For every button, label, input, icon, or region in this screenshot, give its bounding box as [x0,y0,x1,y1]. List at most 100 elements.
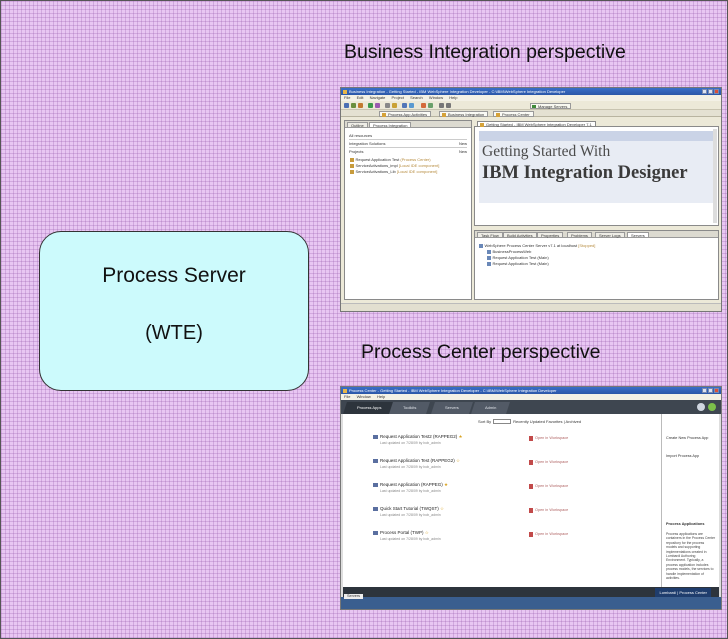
server-tree-item: Request Application Test (Main) [487,261,549,266]
server-icon [479,244,483,248]
lower-view-tabs: Task Flow Build Activities Properties Pr… [475,231,718,238]
run-icon [368,103,373,108]
tree-item: ServiceActivations_impl [Local IDE compo… [350,163,439,168]
menu-help: Help [449,95,458,100]
process-app-row: Request Application (RAPPEG) ★ Last upda… [373,482,603,502]
process-server-title: Process Server [102,264,246,287]
process-app-meta: Last updated on 7/28/09 by bob_admin [380,513,441,517]
minimize-icon [702,89,707,94]
menu-navigate: Navigate [369,95,386,100]
editor-scrollbar [713,129,717,223]
perspective-tab: Process App Activities [379,111,432,117]
menu-file: File [344,394,351,399]
view-tab: Build Activities [503,232,537,238]
menu-window: Window [428,95,444,100]
process-app-icon [373,434,378,439]
nav-tab-label: Toolkits [403,405,417,410]
tree-item-annotation: (Process Center) [400,157,431,162]
sort-label: Sort By [478,419,492,424]
process-center-title: Process Center perspective [361,341,601,363]
welcome-product-name: IBM Integration Designer [482,163,688,183]
lombardi-process-center-button: Lombardi | Process Center [655,588,711,597]
view-tab: Server Logs [595,232,625,238]
process-apps-sidebar: Create New Process App Import Process Ap… [661,414,719,587]
getting-started-editor: Getting Started - IBM WebSphere Integrat… [474,121,719,226]
server-tree-label: Request Application Test (Main) [492,261,549,266]
process-server-subtitle: (WTE) [145,322,203,344]
save-icon [351,103,356,108]
process-app-row: Process Portal (TWP) ☆ Last updated on 7… [373,530,603,550]
diagram-canvas: Process Server (WTE) Business Integratio… [0,0,728,639]
nav-tab-process-apps: Process Apps [343,402,396,414]
tree-item-label: ServiceActivations_Lib [355,169,396,174]
server-state: [Stopped] [578,243,596,248]
filter-label: All resources [349,133,373,138]
debug-icon [375,103,380,108]
project-icon [350,170,354,174]
sort-value: Recently Updated [513,419,545,424]
app-icon [343,89,347,94]
pc-window-title: Process Center - Getting Started - IBM W… [349,388,557,393]
welcome-band [479,131,714,141]
folder-icon [392,103,397,108]
server-tree-item: WebSphere Process Center Server v7.1 at … [479,243,595,248]
help-icon [708,403,716,411]
process-app-title: Request Application Test2 (RAPPEG2) [380,434,458,439]
favorite-star-icon: ☆ [440,506,445,511]
open-in-workspace-link: Open in Workspace [528,508,569,513]
projects-label: Projects [349,149,364,154]
process-app-title: Process Portal (TWP) [380,530,424,535]
search-icon [402,103,407,108]
refresh-icon [697,403,705,411]
back-icon [439,103,444,108]
menu-file: File [344,95,351,100]
process-app-meta: Last updated on 7/28/09 by bob_admin [380,441,441,445]
divider [349,147,467,148]
module-icon [487,262,491,266]
process-app-meta: Last updated on 7/28/09 by bob_admin [380,537,441,541]
build-icon [385,103,390,108]
favorite-star-icon: ☆ [455,458,461,463]
import-process-app-link: Import Process App [666,454,700,458]
print-icon [358,103,363,108]
open-in-workspace-link: Open in Workspace [528,532,569,537]
pc-status-bar: Servers [341,594,721,609]
process-app-name: Request Application Test (RAPPEG2) ☆ [380,458,460,464]
process-app-icon [373,482,378,487]
process-app-icon [373,530,378,535]
divider [349,139,467,140]
favorite-star-icon: ★ [444,482,449,487]
process-app-title: Request Application Test (RAPPEG2) [380,458,455,463]
business-integration-screenshot: Business Integration - Getting Started -… [340,87,722,312]
process-app-row: Request Application Test2 (RAPPEG2) ★ La… [373,434,603,454]
module-icon [487,256,491,260]
sort-select [493,419,512,425]
menu-window: Window [356,394,371,399]
favorite-star-icon: ☆ [424,530,429,535]
project-icon [350,158,354,162]
sort-bar: Sort By Recently Updated Favorites | Arch… [478,419,581,425]
server-tree-label: Request Application Test (Main) [492,255,549,260]
bi-toolbar: Manage Servers [341,101,721,110]
bi-status-bar [341,303,721,311]
server-tree-item: BusinessProcessWeb [487,249,531,254]
create-process-app-link: Create New Process App [666,436,709,440]
sidebar-heading-text: Process Applications [666,522,705,526]
bi-titlebar: Business Integration - Getting Started -… [341,88,721,95]
menu-search: Search [410,95,423,100]
sidebar-description: Process applications are containers in t… [666,532,716,581]
nav-tab-label: Process Apps [357,405,382,410]
tree-item-label: ServiceActivations_impl [355,163,398,168]
left-view-tabs: Outline Process Integration [345,121,471,128]
process-server-box: Process Server (WTE) [39,231,309,391]
process-app-meta: Last updated on 7/28/09 by bob_admin [380,489,441,493]
process-center-nav: Process Apps Toolkits Servers Admin [341,400,721,414]
perspective-switcher: Process App Activities Business Integrat… [341,110,721,117]
view-tab: Problems [567,232,592,238]
nav-tab-toolkits: Toolkits [389,402,431,414]
close-icon [714,89,719,94]
minimize-icon [702,388,707,393]
filter-row: All resources [349,133,467,138]
refresh-icon [409,103,414,108]
manage-servers-button: Manage Servers [530,102,572,109]
